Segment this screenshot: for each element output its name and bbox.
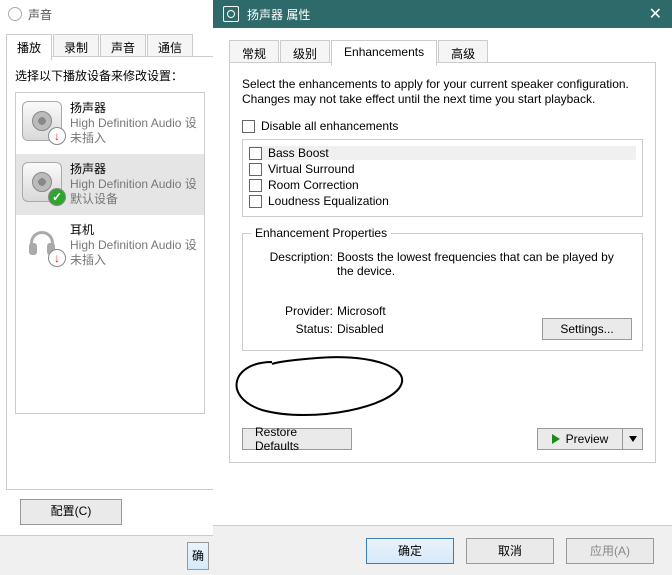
chevron-down-icon	[629, 436, 637, 442]
enhancement-properties-group: Enhancement Properties Description: Boos…	[242, 233, 643, 351]
default-badge-icon: ✓	[48, 188, 66, 206]
speaker-properties-window: 扬声器 属性 ✕ 常规 级别 Enhancements 高级 Select th…	[213, 0, 672, 575]
unplugged-badge-icon: ↓	[48, 249, 66, 267]
apply-button[interactable]: 应用(A)	[566, 538, 654, 564]
enh-label: Bass Boost	[268, 146, 329, 160]
provider-value: Microsoft	[337, 304, 386, 318]
sound-window: 声音 播放 录制 声音 通信 选择以下播放设备来修改设置： ↓ 扬声器 High…	[0, 0, 214, 575]
enh-label: Room Correction	[268, 178, 359, 192]
window-title: 扬声器 属性	[247, 6, 310, 23]
ok-button[interactable]: 确定	[366, 538, 454, 564]
cancel-button[interactable]: 取消	[466, 538, 554, 564]
description-label: Description:	[253, 250, 333, 278]
status-value: Disabled	[337, 322, 384, 336]
preview-label: Preview	[566, 432, 609, 446]
speaker-cpl-icon	[8, 7, 22, 21]
device-state: 默认设备	[70, 192, 197, 207]
ok-button-cutoff[interactable]: 确	[187, 542, 209, 570]
enh-checkbox[interactable]	[249, 195, 262, 208]
sound-footer: 确	[0, 535, 213, 575]
device-driver: High Definition Audio 设	[70, 116, 197, 131]
device-name: 耳机	[70, 223, 197, 238]
playback-device-list[interactable]: ↓ 扬声器 High Definition Audio 设 未插入 ✓ 扬声器 …	[15, 92, 205, 414]
device-state: 未插入	[70, 131, 197, 146]
configure-button[interactable]: 配置(C)	[20, 499, 122, 525]
device-driver: High Definition Audio 设	[70, 238, 197, 253]
device-name: 扬声器	[70, 162, 197, 177]
enhancements-description: Select the enhancements to apply for you…	[242, 77, 643, 107]
enh-label: Virtual Surround	[268, 162, 355, 176]
disable-all-checkbox[interactable]	[242, 120, 255, 133]
list-item[interactable]: ↓ 扬声器 High Definition Audio 设 未插入	[16, 93, 204, 154]
tab-playback[interactable]: 播放	[6, 34, 52, 61]
tab-enhancements[interactable]: Enhancements	[331, 40, 437, 66]
sound-tab-page: 选择以下播放设备来修改设置： ↓ 扬声器 High Definition Aud…	[6, 56, 214, 490]
dialog-footer: 确定 取消 应用(A)	[213, 525, 672, 575]
play-icon	[552, 434, 560, 444]
enh-checkbox[interactable]	[249, 179, 262, 192]
list-item[interactable]: ↓ 耳机 High Definition Audio 设 未插入	[16, 215, 204, 276]
close-icon[interactable]: ✕	[649, 4, 662, 24]
description-value: Boosts the lowest frequencies that can b…	[337, 250, 632, 278]
unplugged-badge-icon: ↓	[48, 127, 66, 145]
status-label: Status:	[253, 322, 333, 336]
device-name: 扬声器	[70, 101, 197, 116]
preview-button[interactable]: Preview	[537, 428, 623, 450]
speaker-icon: ✓	[22, 162, 62, 202]
speaker-icon: ↓	[22, 101, 62, 141]
settings-button[interactable]: Settings...	[542, 318, 632, 340]
enhancements-page: Select the enhancements to apply for you…	[229, 62, 656, 463]
enh-checkbox[interactable]	[249, 163, 262, 176]
preview-dropdown-button[interactable]	[623, 428, 643, 450]
disable-all-label: Disable all enhancements	[261, 119, 398, 133]
list-item[interactable]: ✓ 扬声器 High Definition Audio 设 默认设备	[16, 154, 204, 215]
restore-defaults-button[interactable]: Restore Defaults	[242, 428, 352, 450]
enh-checkbox[interactable]	[249, 147, 262, 160]
titlebar[interactable]: 扬声器 属性 ✕	[213, 0, 672, 28]
provider-label: Provider:	[253, 304, 333, 318]
speaker-icon	[223, 6, 239, 22]
sound-window-title: 声音	[28, 6, 52, 23]
enh-label: Loudness Equalization	[268, 194, 389, 208]
headphone-icon: ↓	[22, 223, 62, 263]
device-driver: High Definition Audio 设	[70, 177, 197, 192]
device-state: 未插入	[70, 253, 197, 268]
group-legend: Enhancement Properties	[251, 226, 391, 240]
enhancement-list[interactable]: Bass Boost Virtual Surround Room Correct…	[242, 139, 643, 217]
sound-instruction: 选择以下播放设备来修改设置：	[15, 67, 205, 84]
